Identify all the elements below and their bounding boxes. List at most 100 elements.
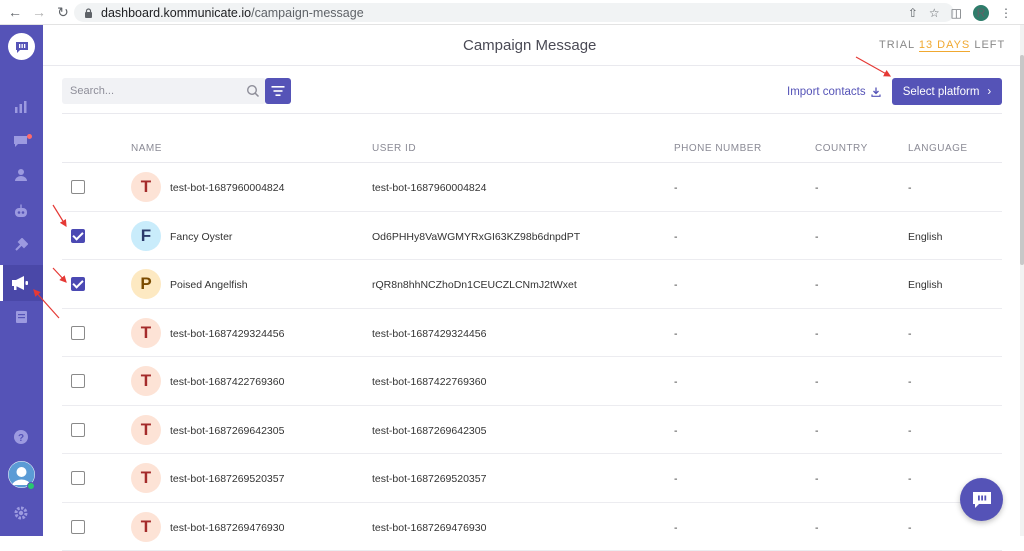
contacts-table: NAME USER ID PHONE NUMBER COUNTRY LANGUA… (62, 135, 1002, 551)
row-checkbox[interactable] (71, 520, 85, 534)
contact-avatar: P (131, 269, 161, 299)
contact-language: - (908, 425, 912, 437)
contact-avatar: T (131, 463, 161, 493)
contact-language: - (908, 328, 912, 340)
column-header-name[interactable]: NAME (131, 143, 162, 154)
notification-dot (27, 134, 32, 139)
logo-icon[interactable] (8, 33, 35, 60)
share-icon[interactable]: ⇧ (908, 6, 918, 20)
select-platform-button[interactable]: Select platform › (892, 78, 1002, 105)
help-icon[interactable]: ? (11, 427, 31, 447)
toolbar-divider (62, 113, 1002, 114)
trial-prefix: TRIAL (879, 39, 915, 51)
sidepanel-icon[interactable]: ◫ (951, 6, 962, 20)
forward-icon[interactable]: → (30, 3, 48, 21)
table-row[interactable]: T test-bot-1687269520357 test-bot-168726… (62, 454, 1002, 503)
filter-icon (271, 85, 285, 97)
contact-country: - (815, 376, 819, 388)
table-row[interactable]: P Poised Angelfish rQR8n8hhNCZhoDn1CEUCZ… (62, 260, 1002, 309)
contact-name[interactable]: Poised Angelfish (170, 279, 248, 291)
page-scrollbar[interactable] (1020, 25, 1024, 536)
row-checkbox[interactable] (71, 423, 85, 437)
users-icon[interactable] (11, 165, 31, 185)
trial-suffix: LEFT (974, 39, 1005, 51)
avatar-initial: P (140, 274, 151, 294)
table-body: T test-bot-1687960004824 test-bot-168796… (62, 163, 1002, 551)
table-row[interactable]: T test-bot-1687429324456 test-bot-168742… (62, 309, 1002, 358)
contact-name[interactable]: test-bot-1687422769360 (170, 376, 284, 388)
bookmark-star-icon[interactable]: ☆ (929, 6, 940, 20)
contact-name[interactable]: test-bot-1687269642305 (170, 425, 284, 437)
avatar-initial: T (141, 177, 151, 197)
contact-avatar: T (131, 172, 161, 202)
contact-phone: - (674, 182, 678, 194)
contact-country: - (815, 522, 819, 534)
settings-icon[interactable] (11, 503, 31, 523)
contact-name[interactable]: Fancy Oyster (170, 231, 232, 243)
table-row[interactable]: T test-bot-1687422769360 test-bot-168742… (62, 357, 1002, 406)
contact-phone: - (674, 279, 678, 291)
download-icon (871, 87, 881, 97)
table-row[interactable]: T test-bot-1687960004824 test-bot-168796… (62, 163, 1002, 212)
bot-icon[interactable] (11, 201, 31, 221)
search-input[interactable] (62, 78, 232, 104)
reload-icon[interactable]: ↻ (54, 3, 72, 21)
chat-widget-button[interactable] (960, 478, 1003, 521)
column-header-language[interactable]: LANGUAGE (908, 143, 968, 154)
column-header-user-id[interactable]: USER ID (372, 143, 416, 154)
more-menu-icon[interactable]: ⋮ (1000, 6, 1012, 20)
chevron-right-icon: › (987, 86, 991, 98)
trial-badge[interactable]: TRIAL 13 DAYS LEFT (879, 39, 1005, 51)
analytics-icon[interactable] (11, 97, 31, 117)
row-checkbox[interactable] (71, 326, 85, 340)
contact-user-id: test-bot-1687960004824 (372, 182, 486, 194)
search-box (62, 78, 266, 104)
browser-actions: ⇧ ☆ ◫ R ⋮ (908, 3, 1024, 22)
contact-language: English (908, 279, 942, 291)
page-title: Campaign Message (463, 37, 596, 54)
row-checkbox[interactable] (71, 471, 85, 485)
contact-name[interactable]: test-bot-1687269476930 (170, 522, 284, 534)
column-header-phone[interactable]: PHONE NUMBER (674, 143, 762, 154)
table-row[interactable]: T test-bot-1687269476930 test-bot-168726… (62, 503, 1002, 551)
scrollbar-thumb[interactable] (1020, 55, 1024, 265)
contact-country: - (815, 279, 819, 291)
contact-phone: - (674, 473, 678, 485)
campaign-icon[interactable] (10, 273, 30, 293)
filter-button[interactable] (265, 78, 291, 104)
url-path: /campaign-message (251, 6, 364, 20)
contact-avatar: T (131, 318, 161, 348)
contact-user-id: rQR8n8hhNCZhoDn1CEUCZLCNmJ2tWxet (372, 279, 577, 291)
contact-name[interactable]: test-bot-1687269520357 (170, 473, 284, 485)
row-checkbox[interactable] (71, 180, 85, 194)
column-header-country[interactable]: COUNTRY (815, 143, 868, 154)
row-checkbox[interactable] (71, 277, 85, 291)
contact-avatar: T (131, 366, 161, 396)
import-contacts-link[interactable]: Import contacts (787, 86, 881, 98)
contact-country: - (815, 473, 819, 485)
contact-phone: - (674, 425, 678, 437)
table-row[interactable]: T test-bot-1687269642305 test-bot-168726… (62, 406, 1002, 455)
address-bar[interactable]: dashboard.kommunicate.io/campaign-messag… (74, 3, 954, 22)
contact-user-id: test-bot-1687269520357 (372, 473, 486, 485)
contact-avatar: T (131, 512, 161, 542)
contact-country: - (815, 328, 819, 340)
chat-icon (971, 490, 993, 510)
avatar-initial: T (141, 371, 151, 391)
row-checkbox[interactable] (71, 374, 85, 388)
lock-icon (84, 8, 94, 18)
profile-avatar[interactable]: R (973, 5, 989, 21)
row-checkbox[interactable] (71, 229, 85, 243)
contact-name[interactable]: test-bot-1687429324456 (170, 328, 284, 340)
table-row[interactable]: F Fancy Oyster Od6PHHy8VaWGMYRxGI63KZ98b… (62, 212, 1002, 261)
avatar-initial: T (141, 323, 151, 343)
contact-phone: - (674, 231, 678, 243)
contact-language: - (908, 473, 912, 485)
knowledge-icon[interactable] (11, 307, 31, 327)
contact-name[interactable]: test-bot-1687960004824 (170, 182, 284, 194)
back-icon[interactable]: ← (6, 3, 24, 21)
integrations-icon[interactable] (11, 235, 31, 255)
search-icon[interactable] (246, 84, 260, 98)
contact-user-id: test-bot-1687422769360 (372, 376, 486, 388)
contact-user-id: Od6PHHy8VaWGMYRxGI63KZ98b6dnpdPT (372, 231, 580, 243)
